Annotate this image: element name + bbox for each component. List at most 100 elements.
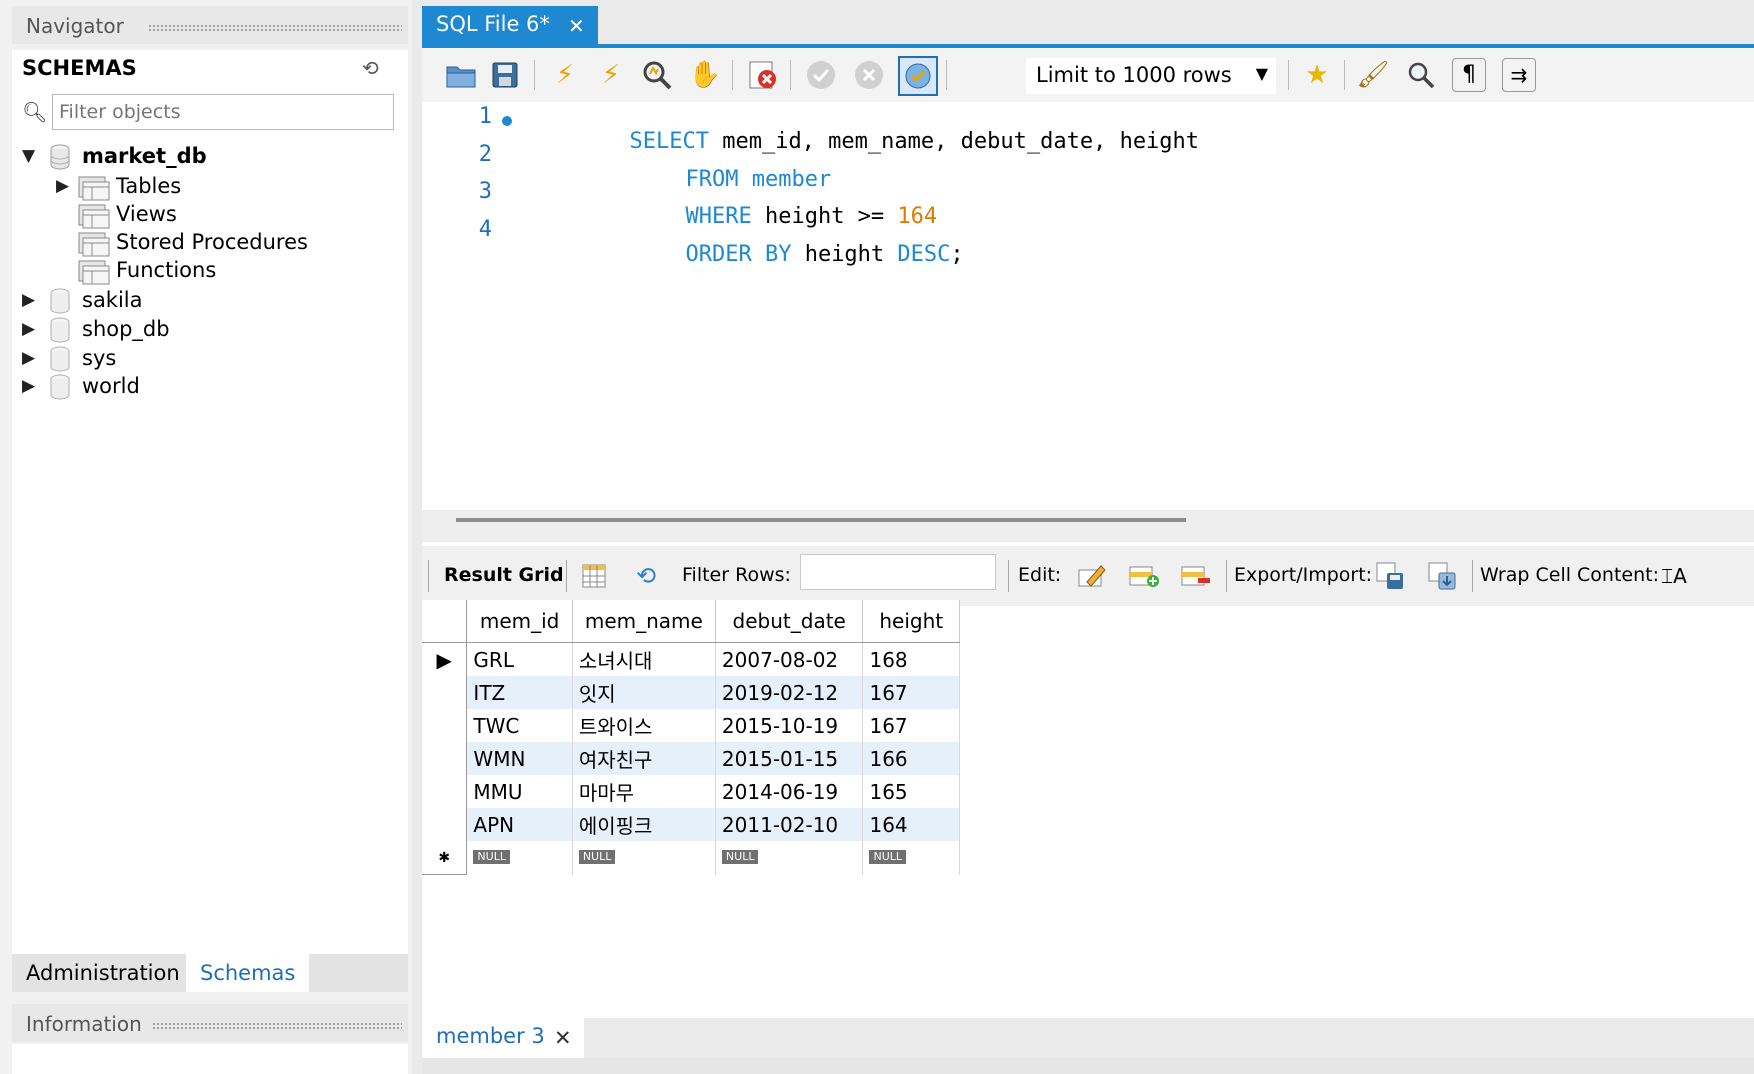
cell-debut-date[interactable]: 2019-02-12 [715, 676, 864, 709]
cell-debut-date[interactable]: 2007-08-02 [715, 642, 864, 676]
cell-mem-id[interactable]: GRL [466, 642, 573, 676]
wrap-cell-toggle-icon[interactable]: ⌶A [1654, 556, 1694, 596]
execute-icon[interactable]: ⚡ [546, 56, 584, 94]
new-row[interactable]: ✱ NULL NULL NULL NULL [422, 841, 960, 875]
expand-triangle-icon[interactable]: ▶ [22, 290, 35, 310]
expand-triangle-icon[interactable]: ▶ [22, 348, 35, 368]
cell-height[interactable]: 166 [862, 742, 960, 775]
cell-mem-name[interactable]: 여자친구 [572, 742, 716, 775]
cell-mem-id[interactable]: TWC [466, 709, 573, 742]
import-icon[interactable] [1422, 556, 1462, 596]
add-snippet-star-icon[interactable]: ★ [1298, 56, 1336, 94]
stop-icon[interactable]: ✋ [686, 56, 724, 94]
beautify-brush-icon[interactable]: 🖌︎ [1354, 56, 1392, 94]
new-row-asterisk-icon[interactable]: ✱ [422, 841, 468, 875]
limit-rows-select[interactable]: Limit to 1000 rows ▼ [1026, 58, 1276, 94]
refresh-results-icon[interactable]: ⟲ [626, 556, 666, 596]
cell-mem-name[interactable]: 잇지 [572, 676, 716, 709]
row-selector[interactable] [422, 742, 468, 775]
null-cell[interactable]: NULL [862, 841, 960, 875]
collapse-triangle-icon[interactable]: ▼ [22, 146, 35, 166]
current-row-pointer-icon[interactable]: ▶ [422, 642, 468, 676]
cell-height[interactable]: 164 [862, 808, 960, 841]
table-row[interactable]: APN 에이핑크 2011-02-10 164 [422, 808, 960, 841]
column-header-height[interactable]: height [862, 600, 960, 643]
tree-node-stored-procedures[interactable]: Stored Procedures [56, 230, 386, 260]
cell-mem-name[interactable]: 소녀시대 [572, 642, 716, 676]
null-cell[interactable]: NULL [466, 841, 573, 875]
tree-node-views[interactable]: Views [56, 202, 386, 232]
tab-sql-file[interactable]: SQL File 6* ✕ [422, 6, 598, 46]
cell-height[interactable]: 167 [862, 676, 960, 709]
cell-height[interactable]: 165 [862, 775, 960, 808]
table-row[interactable]: ITZ 잇지 2019-02-12 167 [422, 676, 960, 709]
cell-debut-date[interactable]: 2015-01-15 [715, 742, 864, 775]
tree-node-shop-db[interactable]: ▶ shop_db [22, 317, 392, 347]
cell-mem-id[interactable]: WMN [466, 742, 573, 775]
expand-triangle-icon[interactable]: ▶ [56, 176, 69, 196]
result-grid-tab[interactable]: Result Grid [444, 564, 564, 586]
rollback-icon[interactable] [850, 56, 888, 94]
expand-triangle-icon[interactable]: ▶ [22, 376, 35, 396]
tab-administration[interactable]: Administration [12, 954, 194, 992]
table-row[interactable]: MMU 마마무 2014-06-19 165 [422, 775, 960, 808]
cell-mem-name[interactable]: 트와이스 [572, 709, 716, 742]
null-cell[interactable]: NULL [572, 841, 716, 875]
tab-schemas[interactable]: Schemas [186, 954, 310, 992]
table-row[interactable]: TWC 트와이스 2015-10-19 167 [422, 709, 960, 742]
scrollbar-thumb[interactable] [456, 518, 1186, 522]
cell-height[interactable]: 167 [862, 709, 960, 742]
word-wrap-icon[interactable]: ⇉ [1502, 58, 1536, 92]
sql-editor[interactable]: 1 2 3 4 SELECT mem_id, mem_name, debut_d… [422, 102, 1754, 510]
find-icon[interactable] [1402, 56, 1440, 94]
filter-objects-input[interactable] [52, 94, 394, 130]
tree-label-market-db: market_db [82, 144, 207, 168]
grid-layout-icon[interactable] [574, 556, 614, 596]
tree-node-sys[interactable]: ▶ sys [22, 346, 392, 376]
table-row[interactable]: ▶ GRL 소녀시대 2007-08-02 168 [422, 642, 960, 676]
tree-node-sakila[interactable]: ▶ sakila [22, 288, 392, 318]
invisible-chars-icon[interactable]: ¶ [1452, 58, 1486, 92]
column-header-debut-date[interactable]: debut_date [715, 600, 864, 643]
filter-rows-input[interactable] [800, 554, 996, 590]
tree-node-functions[interactable]: Functions [56, 258, 386, 288]
tree-node-market-db[interactable]: ▼ market_db [22, 144, 392, 174]
row-selector[interactable] [422, 808, 468, 841]
cell-mem-id[interactable]: MMU [466, 775, 573, 808]
autocommit-toggle-icon[interactable] [898, 56, 938, 96]
insert-row-icon[interactable] [1124, 556, 1164, 596]
tab-result-member[interactable]: member 3 ✕ [422, 1018, 584, 1058]
row-selector[interactable] [422, 775, 468, 808]
cell-debut-date[interactable]: 2015-10-19 [715, 709, 864, 742]
cell-mem-name[interactable]: 마마무 [572, 775, 716, 808]
cell-mem-name[interactable]: 에이핑크 [572, 808, 716, 841]
tree-node-world[interactable]: ▶ world [22, 374, 392, 404]
horizontal-scrollbar[interactable] [422, 510, 1754, 542]
cell-debut-date[interactable]: 2011-02-10 [715, 808, 864, 841]
column-header-mem-name[interactable]: mem_name [572, 600, 716, 643]
cell-mem-id[interactable]: ITZ [466, 676, 573, 709]
export-icon[interactable] [1370, 556, 1410, 596]
row-selector[interactable] [422, 676, 468, 709]
open-file-icon[interactable] [442, 56, 480, 94]
delete-row-icon[interactable] [1176, 556, 1216, 596]
close-icon[interactable]: ✕ [554, 1026, 572, 1050]
null-cell[interactable]: NULL [715, 841, 864, 875]
refresh-schemas-icon[interactable]: ⟲ [362, 56, 379, 80]
expand-triangle-icon[interactable]: ▶ [22, 319, 35, 339]
explain-icon[interactable] [638, 56, 676, 94]
commit-icon[interactable] [802, 56, 840, 94]
row-selector[interactable] [422, 709, 468, 742]
cell-mem-id[interactable]: APN [466, 808, 573, 841]
tree-node-tables[interactable]: ▶ Tables [56, 174, 386, 204]
table-row[interactable]: WMN 여자친구 2015-01-15 166 [422, 742, 960, 775]
column-header-mem-id[interactable]: mem_id [466, 600, 573, 643]
execute-current-icon[interactable]: ⚡ [592, 56, 630, 94]
cell-height[interactable]: 168 [862, 642, 960, 676]
cell-debut-date[interactable]: 2014-06-19 [715, 775, 864, 808]
toggle-error-icon[interactable] [744, 56, 782, 94]
save-icon[interactable] [486, 56, 524, 94]
close-icon[interactable]: ✕ [568, 14, 585, 38]
edit-row-icon[interactable] [1072, 556, 1112, 596]
line-number: 2 [478, 142, 492, 167]
